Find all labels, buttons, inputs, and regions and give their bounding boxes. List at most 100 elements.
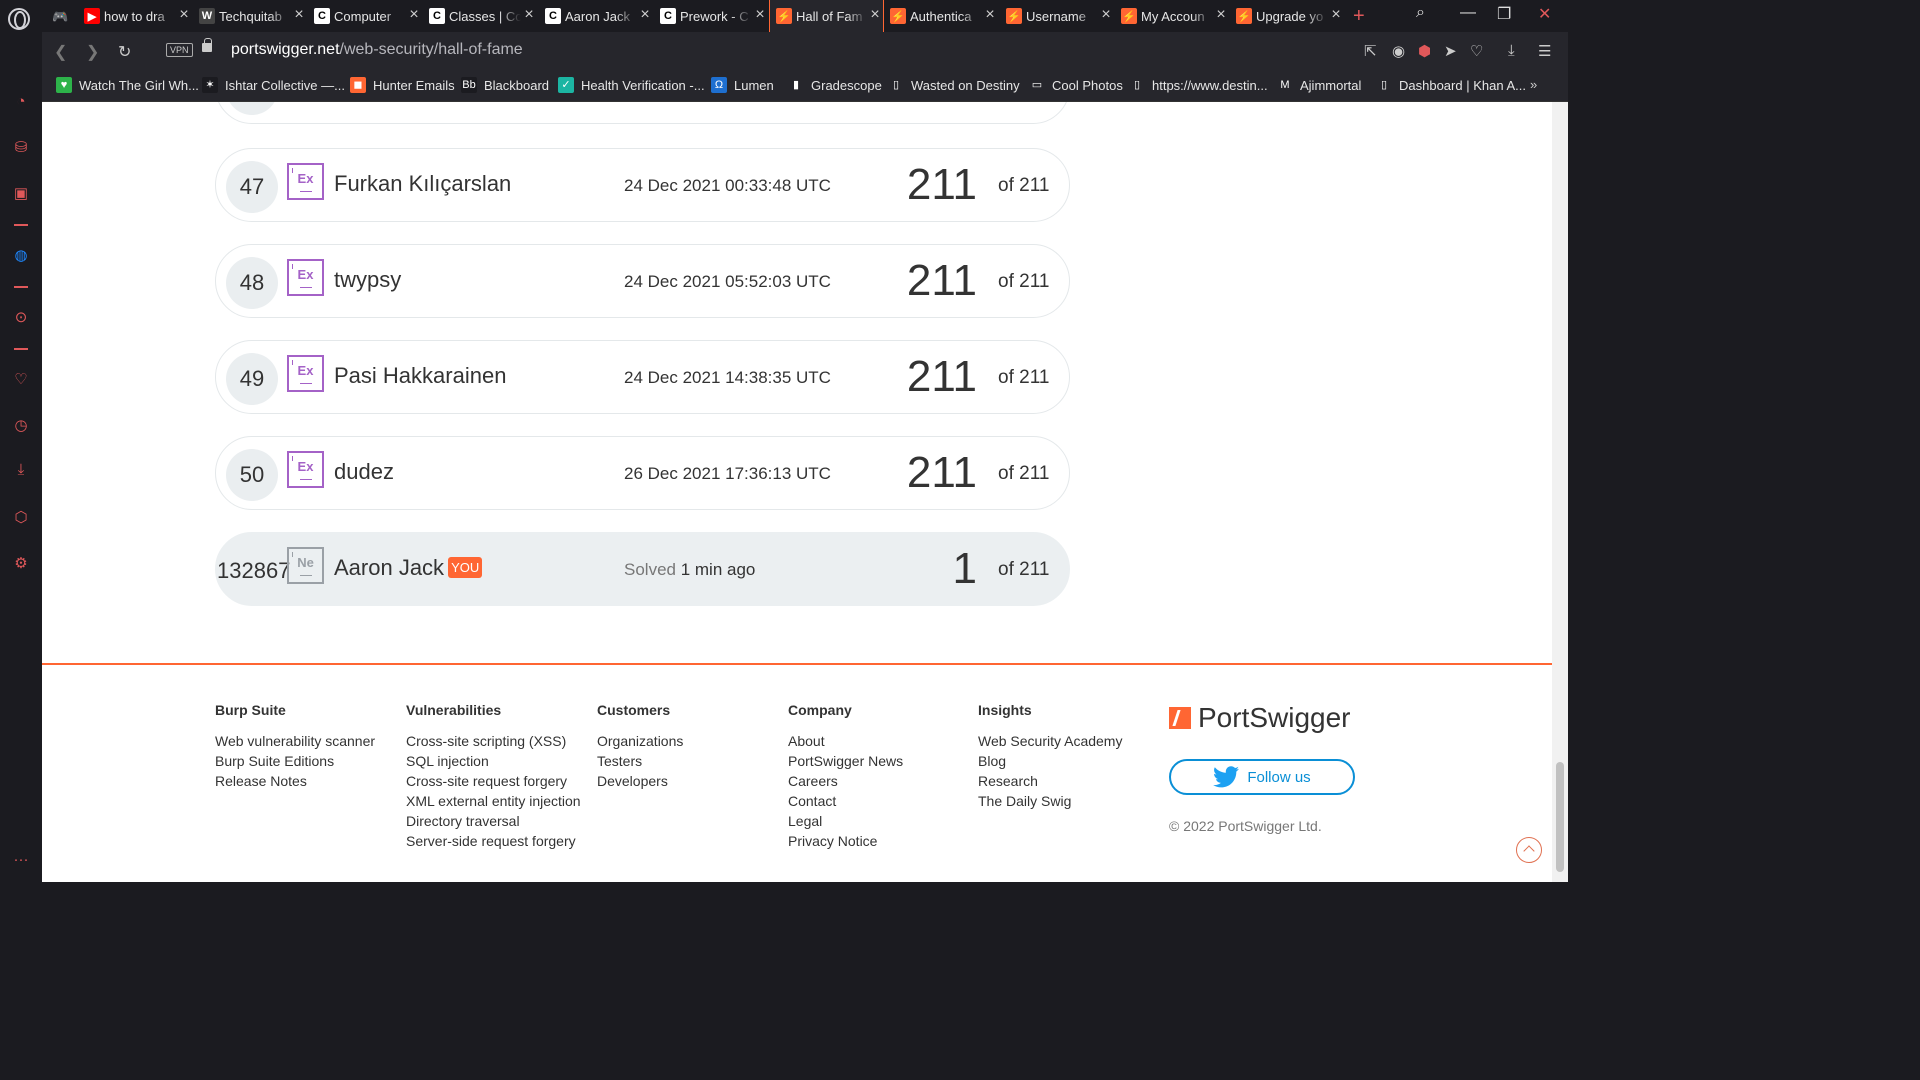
browser-tab[interactable]: C Prework - C × bbox=[660, 0, 768, 32]
footer-link[interactable]: Blog bbox=[978, 751, 1122, 771]
browser-tab[interactable]: W Techquitab × bbox=[199, 0, 307, 32]
extensions-cube-icon[interactable]: ⬡ bbox=[11, 508, 31, 528]
back-to-top-icon[interactable] bbox=[1516, 837, 1542, 863]
tab-close-icon[interactable]: × bbox=[176, 6, 192, 24]
bookmark-item[interactable]: ✶ Ishtar Collective —... bbox=[202, 77, 345, 93]
new-tab-button[interactable]: + bbox=[1353, 5, 1365, 28]
tab-close-icon[interactable]: × bbox=[1098, 6, 1114, 24]
username[interactable]: Furkan Kılıçarslan bbox=[334, 171, 511, 197]
footer-link[interactable]: Careers bbox=[788, 771, 903, 791]
footer-link[interactable]: Cross-site request forgery bbox=[406, 771, 581, 791]
tab-close-icon[interactable]: × bbox=[752, 6, 768, 24]
footer-link[interactable]: Testers bbox=[597, 751, 683, 771]
footer-link[interactable]: About bbox=[788, 731, 903, 751]
page-scrollbar[interactable] bbox=[1552, 102, 1568, 882]
footer-link[interactable]: Research bbox=[978, 771, 1122, 791]
browser-tab[interactable]: ⚡ Hall of Fam × bbox=[769, 0, 884, 32]
tab-close-icon[interactable]: × bbox=[982, 6, 998, 24]
footer-link[interactable]: Web vulnerability scanner bbox=[215, 731, 375, 751]
footer-link[interactable]: Cross-site scripting (XSS) bbox=[406, 731, 581, 751]
tab-title: Aaron Jack bbox=[565, 8, 631, 24]
more-sidebar-icon[interactable]: ··· bbox=[11, 850, 31, 870]
camera-icon[interactable]: ◉ bbox=[1392, 42, 1405, 60]
adblock-shield-icon[interactable]: ⬢ bbox=[1418, 42, 1431, 60]
footer-link[interactable]: Server-side request forgery bbox=[406, 831, 581, 851]
more-bookmarks-icon[interactable]: » bbox=[1530, 77, 1537, 92]
browser-tab[interactable]: ⚡ Upgrade yo × bbox=[1236, 0, 1344, 32]
browser-tab[interactable]: ⚡ My Accoun × bbox=[1121, 0, 1229, 32]
browser-tab[interactable]: ⚡ Username × bbox=[1006, 0, 1114, 32]
bookmark-item[interactable]: ✓ Health Verification -... bbox=[558, 77, 705, 93]
portswigger-logo[interactable]: PortSwigger bbox=[1169, 702, 1351, 734]
browser-tab[interactable]: C Computer × bbox=[314, 0, 422, 32]
share-icon[interactable]: ⇱ bbox=[1364, 42, 1377, 60]
level-badge-icon: Ex bbox=[287, 163, 324, 200]
bookmark-item[interactable]: ▭ Cool Photos bbox=[1029, 77, 1123, 93]
tab-bar: 🎮 ▶ how to dra × W Techquitab × C Computer × C Cla… bbox=[0, 0, 1568, 32]
username[interactable]: twypsy bbox=[334, 267, 401, 293]
tab-close-icon[interactable]: × bbox=[637, 6, 653, 24]
footer-link[interactable]: Developers bbox=[597, 771, 683, 791]
bookmark-item[interactable]: ♥ Watch The Girl Wh... bbox=[56, 77, 199, 93]
footer-link[interactable]: Web Security Academy bbox=[978, 731, 1122, 751]
footer-link[interactable]: Organizations bbox=[597, 731, 683, 751]
bookmark-item[interactable]: ▯ Dashboard | Khan A... bbox=[1376, 77, 1526, 93]
footer-link[interactable]: XML external entity injection bbox=[406, 791, 581, 811]
bookmark-item[interactable]: ▯ https://www.destin... bbox=[1129, 77, 1268, 93]
close-window-button[interactable]: ✕ bbox=[1538, 4, 1551, 24]
url-field[interactable]: portswigger.net/web-security/hall-of-fam… bbox=[231, 41, 523, 59]
vpn-badge[interactable]: VPN bbox=[166, 43, 193, 57]
footer-link[interactable]: Legal bbox=[788, 811, 903, 831]
heart-icon[interactable]: ♡ bbox=[1470, 42, 1483, 60]
favorites-heart-icon[interactable]: ♡ bbox=[11, 370, 31, 390]
footer-link[interactable]: Privacy Notice bbox=[788, 831, 903, 851]
tab-close-icon[interactable]: × bbox=[406, 6, 422, 24]
history-clock-icon[interactable]: ◷ bbox=[11, 416, 31, 436]
footer-link[interactable]: Contact bbox=[788, 791, 903, 811]
search-tabs-icon[interactable]: ⌕ bbox=[1416, 4, 1425, 22]
gamepad-icon[interactable]: 🎮 bbox=[52, 9, 68, 25]
restore-button[interactable]: ❐ bbox=[1497, 4, 1511, 24]
footer-link[interactable]: Directory traversal bbox=[406, 811, 581, 831]
download-icon[interactable]: ⤓ bbox=[1508, 42, 1515, 59]
tab-close-icon[interactable]: × bbox=[1328, 6, 1344, 24]
browser-tab[interactable]: ▶ how to dra × bbox=[84, 0, 192, 32]
messenger-icon[interactable]: ◍ bbox=[11, 246, 31, 266]
lock-icon[interactable] bbox=[202, 38, 212, 52]
back-button[interactable]: ❮ bbox=[54, 42, 67, 62]
footer-link[interactable]: SQL injection bbox=[406, 751, 581, 771]
tab-close-icon[interactable]: × bbox=[867, 6, 883, 24]
twitch-icon[interactable]: ▣ bbox=[11, 184, 31, 204]
follow-us-button[interactable]: Follow us bbox=[1169, 759, 1355, 795]
forward-button[interactable]: ❯ bbox=[86, 42, 99, 62]
footer-link[interactable]: The Daily Swig bbox=[978, 791, 1122, 811]
speed-dial-icon[interactable]: ◔ bbox=[11, 92, 31, 112]
downloads-icon[interactable]: ⤓ bbox=[11, 460, 31, 480]
minimize-button[interactable]: — bbox=[1460, 4, 1476, 22]
bookmark-item[interactable]: ▯ Wasted on Destiny bbox=[888, 77, 1020, 93]
settings-gear-icon[interactable]: ⚙ bbox=[11, 554, 31, 574]
scrollbar-thumb[interactable] bbox=[1556, 762, 1564, 872]
bookmark-item[interactable]: Bb Blackboard bbox=[461, 77, 549, 93]
bookmark-item[interactable]: M Ajimmortal bbox=[1277, 77, 1361, 93]
send-icon[interactable]: ➤ bbox=[1444, 42, 1457, 60]
bookmark-item[interactable]: ▮ Gradescope bbox=[788, 77, 882, 93]
player-icon[interactable]: ⊙ bbox=[11, 308, 31, 328]
footer-link[interactable]: PortSwigger News bbox=[788, 751, 903, 771]
footer-link[interactable]: Burp Suite Editions bbox=[215, 751, 375, 771]
bookmark-item[interactable]: ◼ Hunter Emails bbox=[350, 77, 455, 93]
browser-tab[interactable]: C Aaron Jack × bbox=[545, 0, 653, 32]
bookmark-item[interactable]: Ω Lumen bbox=[711, 77, 774, 93]
browser-tab[interactable]: C Classes | Co × bbox=[429, 0, 537, 32]
tab-close-icon[interactable]: × bbox=[521, 6, 537, 24]
bag-icon[interactable]: ⛁ bbox=[11, 138, 31, 158]
tab-close-icon[interactable]: × bbox=[291, 6, 307, 24]
tab-close-icon[interactable]: × bbox=[1213, 6, 1229, 24]
opera-menu-icon[interactable] bbox=[8, 8, 30, 30]
reload-button[interactable]: ↻ bbox=[118, 42, 131, 62]
username[interactable]: dudez bbox=[334, 459, 394, 485]
easy-setup-icon[interactable]: ☰ bbox=[1538, 42, 1551, 60]
username[interactable]: Pasi Hakkarainen bbox=[334, 363, 506, 389]
footer-link[interactable]: Release Notes bbox=[215, 771, 375, 791]
browser-tab[interactable]: ⚡ Authentica × bbox=[890, 0, 998, 32]
